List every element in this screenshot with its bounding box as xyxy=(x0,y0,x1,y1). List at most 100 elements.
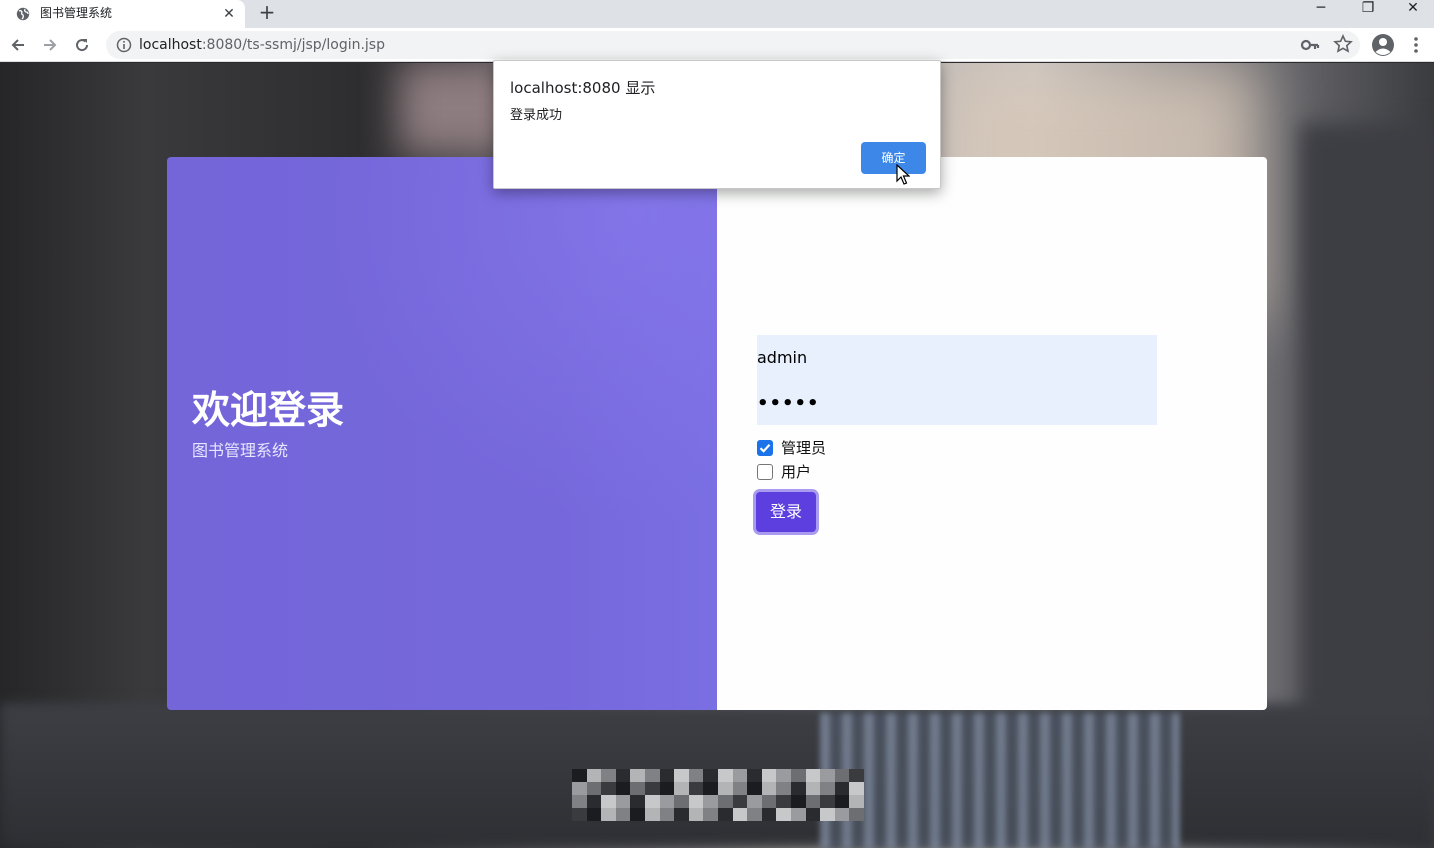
mosaic-cell xyxy=(791,782,806,795)
new-tab-icon[interactable]: + xyxy=(256,1,278,23)
mosaic-cell xyxy=(776,769,791,782)
checkbox-checked-icon[interactable] xyxy=(757,440,773,456)
mosaic-cell xyxy=(601,769,616,782)
mosaic-cell xyxy=(615,808,631,821)
mosaic-cell xyxy=(834,808,850,821)
role-admin-label: 管理员 xyxy=(781,439,827,457)
tab-strip: 图书管理系统 ✕ + ─ ❐ ✕ xyxy=(0,0,1434,28)
mosaic-cell xyxy=(820,769,835,782)
window-minimize-icon[interactable]: ─ xyxy=(1298,0,1344,28)
mosaic-cell xyxy=(805,769,821,782)
mosaic-cell xyxy=(849,795,864,808)
mosaic-cell xyxy=(776,795,791,808)
forward-arrow-icon xyxy=(44,39,57,51)
mosaic-cell xyxy=(834,782,850,795)
kebab-menu-icon[interactable] xyxy=(1406,35,1426,55)
url-host: localhost xyxy=(139,37,202,53)
mosaic-cell xyxy=(805,808,821,821)
mosaic-cell xyxy=(572,808,587,821)
mosaic-cell xyxy=(761,795,777,808)
window-close-icon[interactable]: ✕ xyxy=(1390,0,1434,28)
mosaic-cell xyxy=(674,769,689,782)
browser-tab[interactable]: 图书管理系统 ✕ xyxy=(0,0,245,28)
checkbox-unchecked-icon[interactable] xyxy=(757,464,773,480)
mosaic-cell xyxy=(747,795,762,808)
mosaic-cell xyxy=(645,782,660,795)
mosaic-cell xyxy=(761,782,777,795)
login-button[interactable]: 登录 xyxy=(756,492,816,532)
mosaic-cell xyxy=(834,769,850,782)
mosaic-cell xyxy=(849,808,864,821)
mosaic-cell xyxy=(688,782,704,795)
mosaic-cell xyxy=(776,808,791,821)
forward-button[interactable] xyxy=(38,33,62,57)
mosaic-cell xyxy=(630,808,645,821)
mosaic-cell xyxy=(572,769,587,782)
background-blur xyxy=(1300,123,1434,723)
mosaic-cell xyxy=(615,769,631,782)
alert-message: 登录成功 xyxy=(510,108,563,123)
mosaic-cell xyxy=(586,795,602,808)
mosaic-cell xyxy=(805,795,821,808)
mosaic-cell xyxy=(718,782,733,795)
alert-ok-button[interactable]: 确定 xyxy=(861,142,926,174)
mosaic-cell xyxy=(849,769,864,782)
back-button[interactable] xyxy=(6,33,30,57)
profile-icon[interactable] xyxy=(1371,33,1395,57)
reload-button[interactable] xyxy=(70,33,94,57)
mosaic-cell xyxy=(703,769,718,782)
mosaic-cell xyxy=(645,808,660,821)
mosaic-cell xyxy=(615,795,631,808)
mosaic-cell xyxy=(732,808,748,821)
role-user-label: 用户 xyxy=(781,463,812,481)
mosaic-cell xyxy=(659,808,675,821)
mosaic-cell xyxy=(630,769,645,782)
mosaic-cell xyxy=(674,808,689,821)
info-icon[interactable] xyxy=(116,37,132,53)
mosaic-cell xyxy=(820,795,835,808)
role-admin-option[interactable]: 管理员 xyxy=(757,438,957,458)
mosaic-cell xyxy=(732,795,748,808)
mosaic-cell xyxy=(688,808,704,821)
mosaic-cell xyxy=(747,769,762,782)
role-user-option[interactable]: 用户 xyxy=(757,462,957,482)
mosaic-cell xyxy=(732,782,748,795)
url-text: localhost:8080/ts-ssmj/jsp/login.jsp xyxy=(139,36,385,54)
tab-close-icon[interactable]: ✕ xyxy=(220,5,238,23)
browser-toolbar: localhost:8080/ts-ssmj/jsp/login.jsp xyxy=(0,28,1434,62)
alert-dialog: localhost:8080 显示 登录成功 确定 xyxy=(493,60,941,189)
alert-title: localhost:8080 显示 xyxy=(510,79,656,97)
username-input[interactable]: admin xyxy=(757,343,1157,373)
mosaic-cell xyxy=(586,769,602,782)
mosaic-cell xyxy=(703,782,718,795)
key-icon[interactable] xyxy=(1300,36,1320,54)
mosaic-cell xyxy=(849,782,864,795)
back-arrow-icon xyxy=(11,39,24,51)
address-bar[interactable]: localhost:8080/ts-ssmj/jsp/login.jsp xyxy=(106,31,1360,59)
window-restore-icon[interactable]: ❐ xyxy=(1345,0,1391,28)
mosaic-cell xyxy=(659,795,675,808)
mosaic-cell xyxy=(572,782,587,795)
mosaic-cell xyxy=(791,795,806,808)
mosaic-cell xyxy=(761,769,777,782)
mosaic-cell xyxy=(776,782,791,795)
mosaic-cell xyxy=(718,795,733,808)
mosaic-cell xyxy=(586,782,602,795)
system-subtitle: 图书管理系统 xyxy=(192,441,289,460)
mosaic-cell xyxy=(688,795,704,808)
globe-icon xyxy=(16,7,30,21)
mosaic-cell xyxy=(601,782,616,795)
mosaic-cell xyxy=(630,795,645,808)
mosaic-cell xyxy=(718,769,733,782)
background-blur xyxy=(820,713,1180,848)
mosaic-cell xyxy=(688,769,704,782)
password-input[interactable]: ••••• xyxy=(757,389,1157,419)
mosaic-cell xyxy=(659,769,675,782)
tab-title: 图书管理系统 xyxy=(40,6,113,20)
reload-icon xyxy=(76,39,89,52)
mosaic-cell xyxy=(645,795,660,808)
star-icon[interactable] xyxy=(1333,34,1353,54)
mosaic-cell xyxy=(791,808,806,821)
mosaic-cell xyxy=(747,782,762,795)
mosaic-cell xyxy=(805,782,821,795)
